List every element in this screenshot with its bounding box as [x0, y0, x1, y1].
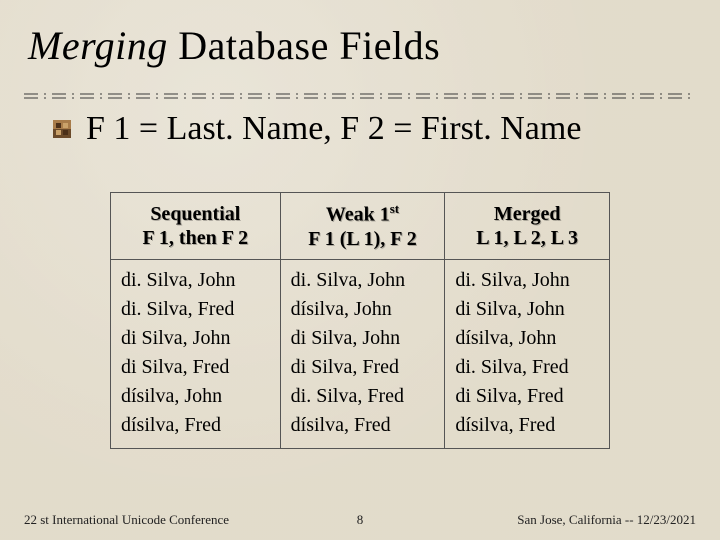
- bullet-text: F 1 = Last. Name, F 2 = First. Name: [86, 110, 581, 148]
- title-emphasis: Merging: [28, 23, 168, 68]
- cell: di Silva, John: [445, 295, 610, 324]
- cell: dísilva, Fred: [280, 411, 445, 449]
- cell: dísilva, Fred: [445, 411, 610, 449]
- table-row: di Silva, Fred di Silva, Fred di. Silva,…: [111, 353, 610, 382]
- cell: di. Silva, Fred: [445, 353, 610, 382]
- cell: di. Silva, Fred: [280, 382, 445, 411]
- cell: di Silva, Fred: [280, 353, 445, 382]
- cell: di Silva, Fred: [445, 382, 610, 411]
- col-header-weak: Weak 1st F 1 (L 1), F 2: [280, 193, 445, 260]
- divider-line-icon: [24, 93, 696, 99]
- col-header-sequential: Sequential F 1, then F 2: [111, 193, 281, 260]
- slide-title: Merging Database Fields: [28, 22, 440, 69]
- table-row: di. Silva, Fred dísilva, John di Silva, …: [111, 295, 610, 324]
- slide-footer: 22 st International Unicode Conference 8…: [24, 512, 696, 528]
- slide-number: 8: [24, 512, 696, 528]
- cell: di Silva, Fred: [111, 353, 281, 382]
- table-body: di. Silva, John di. Silva, John di. Silv…: [111, 260, 610, 449]
- slide: Merging Database Fields F 1 = Last. Name…: [0, 0, 720, 540]
- table-row: di Silva, John di Silva, John dísilva, J…: [111, 324, 610, 353]
- cell: di. Silva, Fred: [111, 295, 281, 324]
- table-row: dísilva, John di. Silva, Fred di Silva, …: [111, 382, 610, 411]
- table-row: dísilva, Fred dísilva, Fred dísilva, Fre…: [111, 411, 610, 449]
- cell: dísilva, John: [280, 295, 445, 324]
- bullet-row: F 1 = Last. Name, F 2 = First. Name: [52, 110, 581, 148]
- cell: dísilva, Fred: [111, 411, 281, 449]
- table-header-row: Sequential F 1, then F 2 Weak 1st F 1 (L…: [111, 193, 610, 260]
- cell: di. Silva, John: [445, 260, 610, 296]
- cell: di Silva, John: [111, 324, 281, 353]
- title-divider: [24, 86, 696, 92]
- table-row: di. Silva, John di. Silva, John di. Silv…: [111, 260, 610, 296]
- cell: di. Silva, John: [111, 260, 281, 296]
- cell: di. Silva, John: [280, 260, 445, 296]
- cell: di Silva, John: [280, 324, 445, 353]
- cell: dísilva, John: [111, 382, 281, 411]
- bullet-icon: [52, 119, 72, 139]
- title-rest: Database Fields: [168, 23, 440, 68]
- col-header-merged: Merged L 1, L 2, L 3: [445, 193, 610, 260]
- comparison-table: Sequential F 1, then F 2 Weak 1st F 1 (L…: [110, 192, 610, 449]
- cell: dísilva, John: [445, 324, 610, 353]
